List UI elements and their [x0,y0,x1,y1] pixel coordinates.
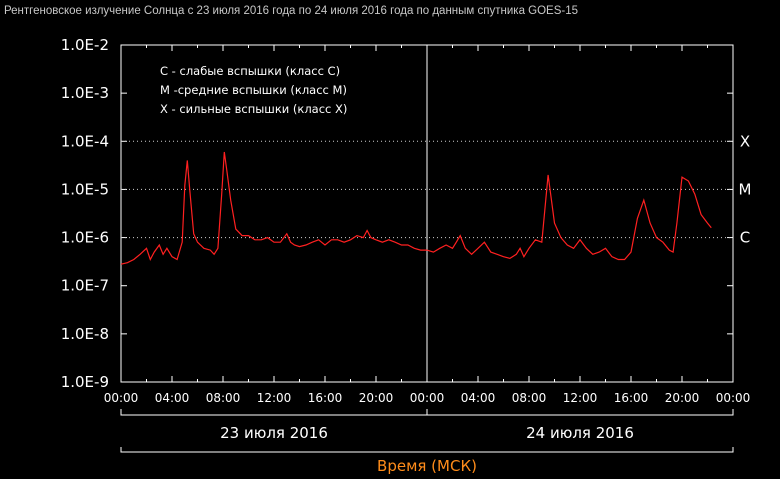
x-tick-label: 12:00 [563,391,598,405]
x-tick-label: 04:00 [155,391,190,405]
day-label: 23 июля 2016 [220,424,328,442]
x-tick-label: 08:00 [206,391,241,405]
x-tick-label: 20:00 [665,391,700,405]
y-tick-label: 1.0E-8 [61,325,109,343]
class-level-label: X [740,132,750,150]
x-tick-label: 00:00 [716,391,751,405]
x-tick-label: 16:00 [308,391,343,405]
legend: C - слабые вспышки (класс C) M -средние в… [160,64,347,116]
x-axis-title: Время (МСК) [377,457,477,475]
x-tick-label: 08:00 [512,391,547,405]
series-line [120,151,712,265]
day-bracket-top [120,409,428,416]
y-tick-label: 1.0E-9 [61,373,109,391]
y-tick-label: 1.0E-7 [61,277,109,295]
x-tick-label: 04:00 [461,391,496,405]
goes-xray-chart: 1.0E-9 1.0E-8 1.0E-7 1.0E-6 1.0E-5 1.0E-4 1.0E… [61,36,752,475]
class-level-label: M [739,180,752,198]
x-tick-label: 20:00 [359,391,394,405]
day-label: 24 июля 2016 [526,424,634,442]
legend-entry: X - сильные вспышки (класс X) [160,102,347,116]
x-tick-label: 16:00 [614,391,649,405]
y-tick-label: 1.0E-5 [61,180,109,198]
legend-entry: C - слабые вспышки (класс C) [160,64,340,78]
y-tick-label: 1.0E-6 [61,229,109,247]
y-tick-label: 1.0E-2 [61,36,109,54]
day-labels: 23 июля 2016 24 июля 2016 [120,409,734,453]
legend-entry: M -средние вспышки (класс M) [160,83,347,97]
period-bracket [120,447,734,453]
class-level-label: C [740,229,750,247]
x-tick-label: 00:00 [104,391,139,405]
day-bracket-top [426,409,734,416]
y-tick-label: 1.0E-3 [61,84,109,102]
y-tick-label: 1.0E-4 [61,132,109,150]
class-grid: C M X [121,132,752,247]
x-tick-label: 12:00 [257,391,292,405]
x-tick-label: 00:00 [410,391,445,405]
